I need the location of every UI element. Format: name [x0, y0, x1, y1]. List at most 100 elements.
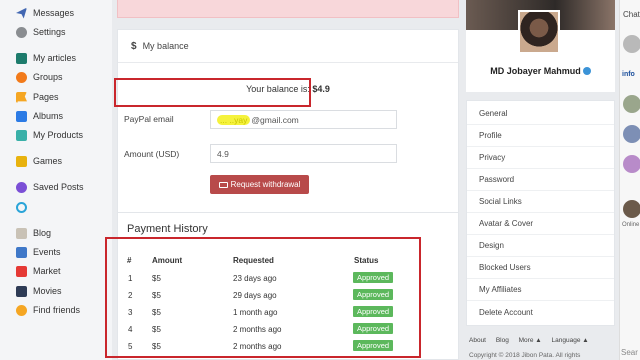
balance-value: $4.9 [312, 84, 330, 94]
sidebar-item-find-friends[interactable]: Find friends [16, 302, 80, 318]
saved-posts-icon [16, 181, 27, 193]
chat-contact-avatar[interactable] [623, 200, 640, 218]
sidebar-item-pages[interactable]: Pages [16, 89, 59, 105]
table-row-id: 3 [128, 308, 133, 317]
sidebar-item-label: Saved Posts [33, 182, 84, 192]
request-withdrawal-button[interactable]: Request withdrawal [210, 175, 309, 194]
table-row-amount: $5 [152, 325, 161, 334]
search-icon [16, 201, 27, 213]
footer-link-about[interactable]: About [469, 337, 486, 344]
sidebar-item-search[interactable] [16, 199, 33, 215]
paypal-email-label: PayPal email [124, 114, 174, 124]
redacted-email-highlight: ... ..yay [217, 114, 251, 125]
sidebar-item-my-products[interactable]: My Products [16, 127, 83, 143]
status-badge: Approved [353, 306, 393, 317]
table-row-id: 2 [128, 291, 133, 300]
table-row-amount: $5 [152, 274, 161, 283]
sidebar-item-label: Pages [33, 92, 59, 102]
cash-icon [218, 181, 228, 188]
footer-link-blog[interactable]: Blog [496, 337, 509, 344]
chat-contact-avatar[interactable] [623, 35, 640, 53]
blog-icon [16, 227, 27, 239]
chat-sidebar: Chat info Online Sear [619, 0, 640, 360]
settings-menu: General Profile Privacy Password Social … [466, 100, 615, 326]
verified-badge-icon [582, 67, 591, 75]
table-row-requested: 2 months ago [233, 342, 282, 351]
column-header-requested: Requested [233, 256, 274, 265]
albums-icon [16, 110, 27, 122]
settings-menu-password[interactable]: Password [467, 169, 614, 191]
table-row-id: 4 [128, 325, 133, 334]
sidebar-item-my-articles[interactable]: My articles [16, 50, 76, 66]
dollar-icon: $ [131, 40, 137, 52]
chat-contact-avatar[interactable] [623, 95, 640, 113]
column-header-status: Status [354, 256, 379, 265]
footer-link-more[interactable]: More ▲ [519, 337, 542, 344]
find-friends-icon [16, 304, 27, 316]
balance-line: Your balance is: $4.9 [118, 84, 458, 94]
balance-prefix: Your balance is: [246, 84, 313, 94]
settings-menu-profile[interactable]: Profile [467, 125, 614, 147]
groups-icon [16, 71, 27, 83]
settings-menu-avatar-cover[interactable]: Avatar & Cover [467, 213, 614, 235]
settings-menu-blocked-users[interactable]: Blocked Users [467, 257, 614, 279]
column-header-amount: Amount [152, 256, 183, 265]
sidebar-item-groups[interactable]: Groups [16, 69, 63, 85]
articles-icon [16, 52, 27, 64]
sidebar-item-albums[interactable]: Albums [16, 108, 63, 124]
column-header-number: # [127, 256, 132, 265]
chat-search-input[interactable]: Sear [621, 348, 638, 357]
payment-history-title: Payment History [127, 223, 208, 235]
market-icon [16, 265, 27, 277]
sidebar-item-label: Find friends [33, 305, 81, 315]
settings-menu-privacy[interactable]: Privacy [467, 147, 614, 169]
sidebar-item-movies[interactable]: Movies [16, 283, 62, 299]
settings-menu-design[interactable]: Design [467, 235, 614, 257]
sidebar-item-label: Games [33, 156, 63, 166]
sidebar-item-blog[interactable]: Blog [16, 225, 51, 241]
amount-field[interactable]: 4.9 [210, 144, 397, 163]
sidebar-item-market[interactable]: Market [16, 263, 61, 279]
settings-menu-social-links[interactable]: Social Links [467, 191, 614, 213]
settings-menu-my-affiliates[interactable]: My Affiliates [467, 279, 614, 301]
gear-icon [16, 26, 27, 38]
status-badge: Approved [353, 272, 393, 283]
chat-contact-avatar[interactable] [623, 155, 640, 173]
chat-online-label: Online [622, 222, 640, 228]
flag-icon [16, 91, 27, 103]
sidebar-item-label: Groups [33, 72, 63, 82]
status-badge: Approved [353, 289, 393, 300]
chat-contact-info[interactable]: info [622, 71, 635, 78]
copyright-text: Copyright © 2018 Jibon Pata. All rights [469, 352, 581, 359]
sidebar-item-games[interactable]: Games [16, 153, 62, 169]
sidebar-item-label: Movies [33, 286, 62, 296]
table-row-id: 1 [128, 274, 133, 283]
paypal-email-field[interactable]: ... ..yay @gmail.com [210, 110, 397, 129]
footer-links: About Blog More ▲ Language ▲ [469, 337, 597, 344]
sidebar-item-label: Messages [33, 8, 75, 18]
paypal-email-domain: @gmail.com [251, 114, 299, 125]
settings-menu-general[interactable]: General [467, 103, 614, 125]
table-row-requested: 29 days ago [233, 291, 277, 300]
card-header: $ My balance [118, 30, 458, 63]
footer-link-language[interactable]: Language ▲ [552, 337, 589, 344]
sidebar-item-label: Settings [33, 27, 66, 37]
status-badge: Approved [353, 340, 393, 351]
table-row-amount: $5 [152, 308, 161, 317]
avatar[interactable] [518, 10, 560, 54]
sidebar-item-settings[interactable]: Settings [16, 24, 66, 40]
table-row-requested: 2 months ago [233, 325, 282, 334]
sidebar-item-messages[interactable]: Messages [16, 5, 74, 21]
messages-icon [16, 7, 27, 19]
profile-name[interactable]: MD Jobayer Mahmud [466, 66, 615, 76]
amount-label: Amount (USD) [124, 149, 180, 159]
calendar-icon [16, 246, 27, 258]
sidebar-item-events[interactable]: Events [16, 244, 61, 260]
settings-menu-delete-account[interactable]: Delete Account [467, 301, 614, 323]
products-icon [16, 129, 27, 141]
sidebar-item-label: Events [33, 247, 61, 257]
chat-contact-avatar[interactable] [623, 125, 640, 143]
sidebar-item-saved-posts[interactable]: Saved Posts [16, 179, 84, 195]
amount-value: 4.9 [217, 148, 229, 159]
sidebar-item-label: My articles [33, 53, 77, 63]
